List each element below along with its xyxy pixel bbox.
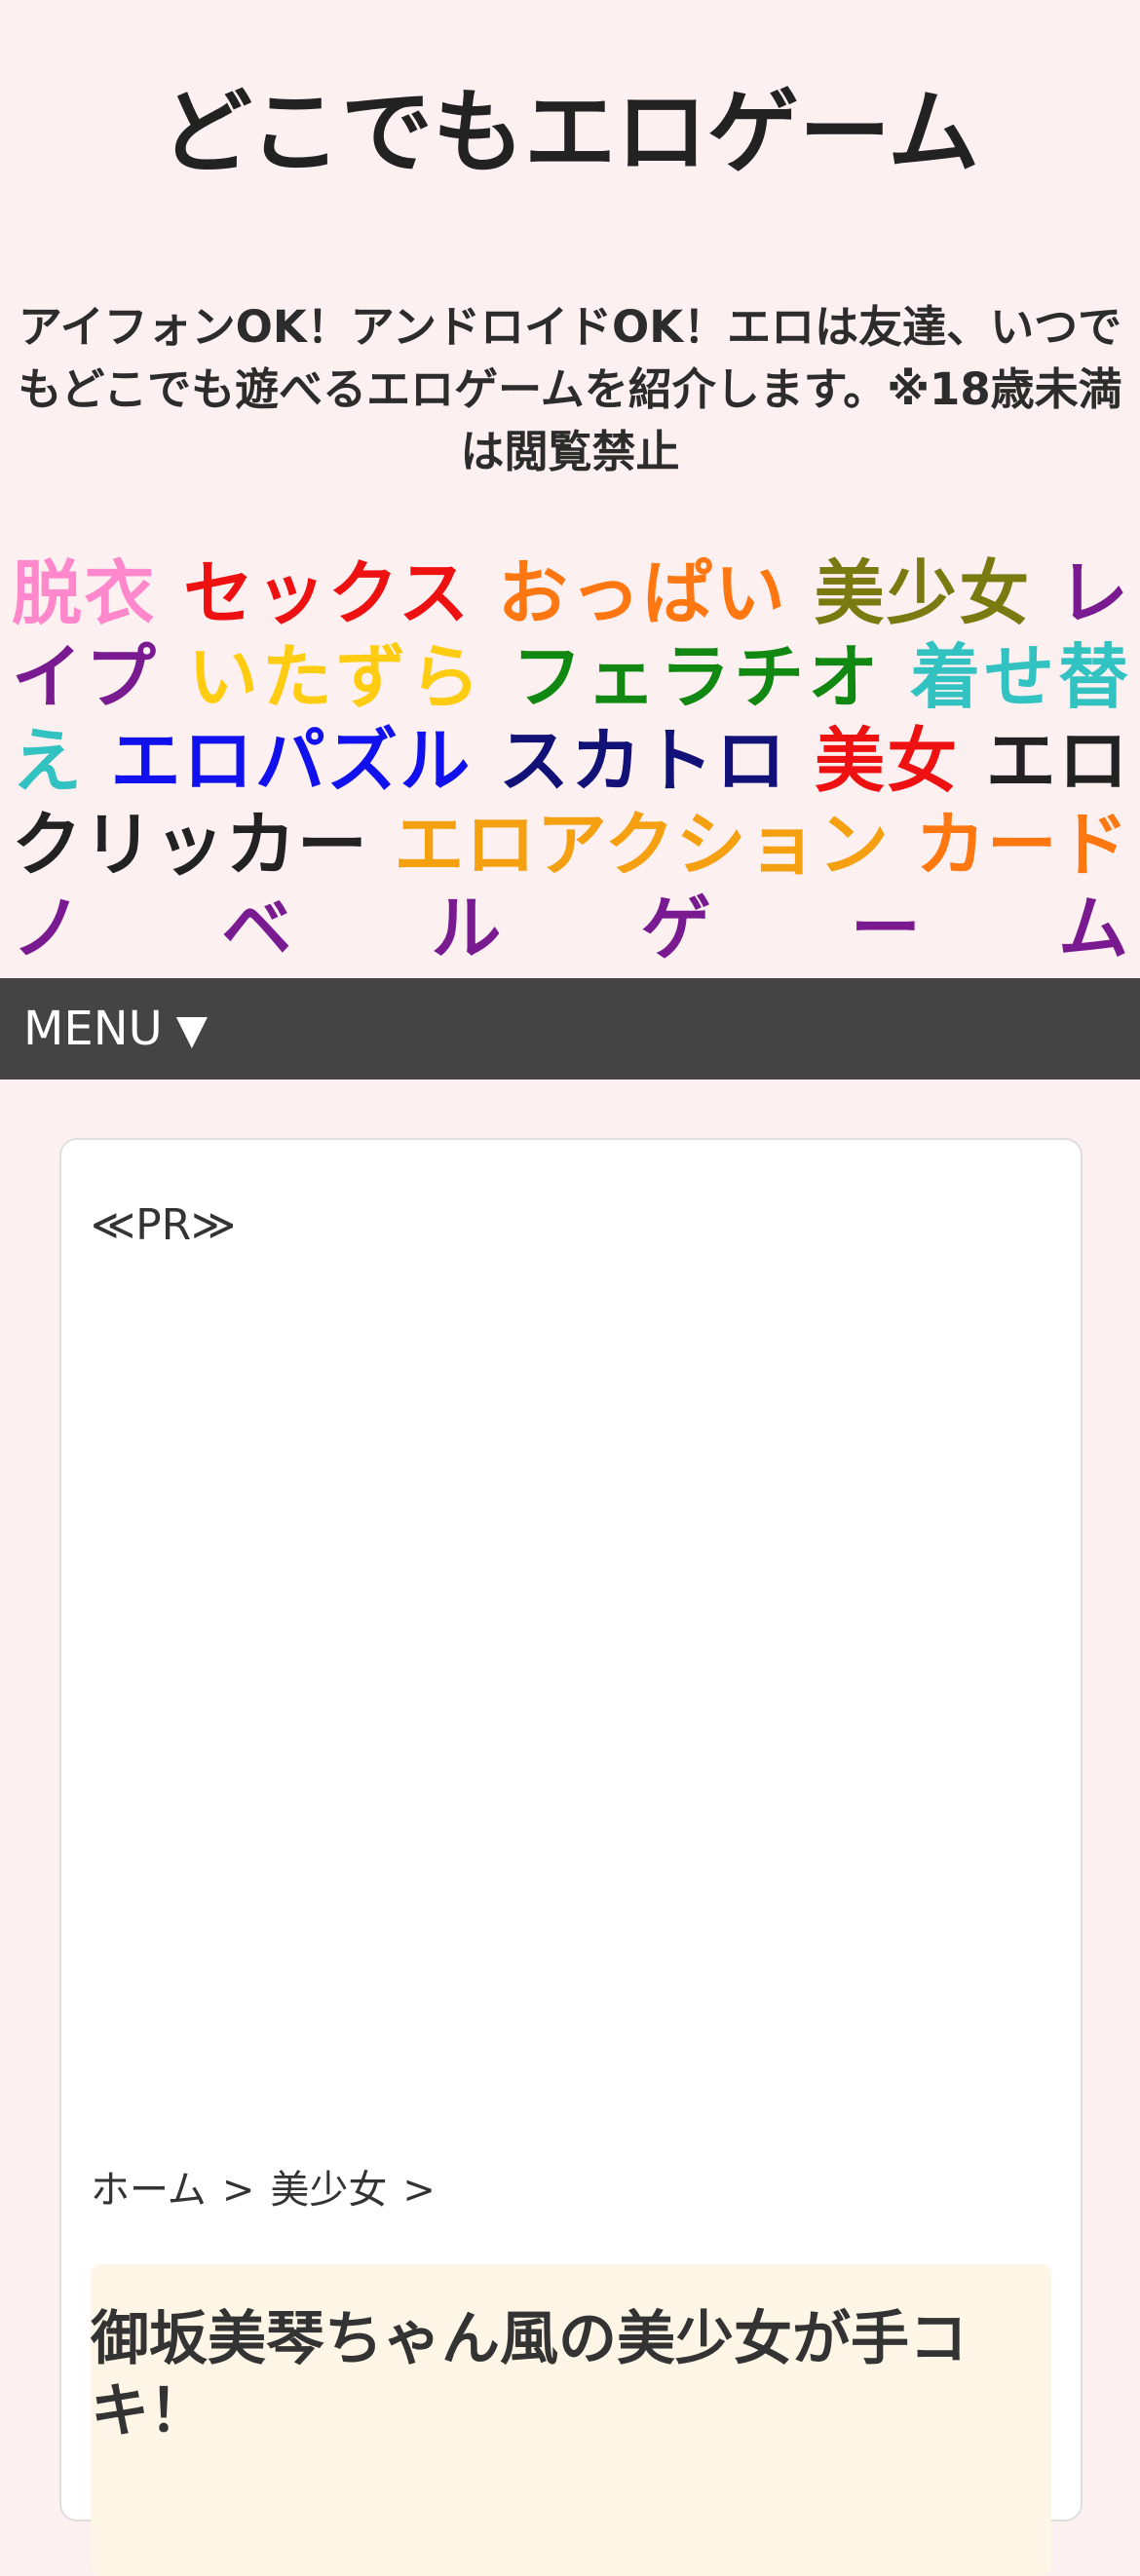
site-description: アイフォンOK！アンドロイドOK！エロは友達、いつでもどこでも遊べるエロゲームを… [18, 301, 1122, 477]
breadcrumb-home-link[interactable]: ホーム [91, 2168, 207, 2213]
site-header: どこでもエロゲーム アイフォンOK！アンドロイドOK！エロは友達、いつでもどこで… [0, 0, 1140, 483]
breadcrumb-category-link[interactable]: 美少女 [270, 2168, 387, 2213]
post-title: 御坂美琴ちゃん風の美少女が手コキ！ [91, 2305, 968, 2445]
tag-link[interactable]: いたずら [188, 636, 484, 718]
content-card: ≪PR≫ ホーム > 美少女 > 御坂美琴ちゃん風の美少女が手コキ！ [59, 1138, 1083, 2576]
breadcrumb: ホーム > 美少女 > [91, 2158, 451, 2215]
tag-link[interactable]: カード [916, 804, 1128, 886]
triangle-down-icon: ▼ [175, 1004, 209, 1053]
tag-link[interactable]: 脱衣 [12, 552, 157, 634]
tag-link[interactable]: スカトロ [499, 720, 788, 802]
breadcrumb-separator: > [221, 2168, 255, 2213]
pr-label: ≪PR≫ [91, 1200, 237, 1250]
ad-space [91, 1286, 1051, 2260]
tag-link[interactable]: セックス [183, 552, 471, 634]
menu-label: MENU [23, 1002, 163, 1056]
tag-link[interactable]: おっぱい [498, 552, 787, 634]
tag-link[interactable]: 美女 [815, 720, 959, 802]
tag-link[interactable]: 美少女 [815, 552, 1032, 634]
breadcrumb-separator: > [402, 2168, 436, 2213]
menu-toggle[interactable]: MENU ▼ [0, 978, 1140, 1080]
post-title-box: 御坂美琴ちゃん風の美少女が手コキ！ [91, 2264, 1051, 2576]
site-title[interactable]: どこでもエロゲーム [0, 80, 1140, 187]
tag-link[interactable]: エロパズル [111, 720, 473, 802]
tag-link[interactable]: ノベルゲーム [12, 888, 1128, 969]
tag-link[interactable]: フェラチオ [513, 636, 883, 718]
tag-link[interactable]: エロアクション [394, 804, 890, 886]
tag-cloud: 脱衣 セックス おっぱい 美少女 レイプ いたずら フェラチオ 着せ替え エロパ… [0, 551, 1140, 970]
